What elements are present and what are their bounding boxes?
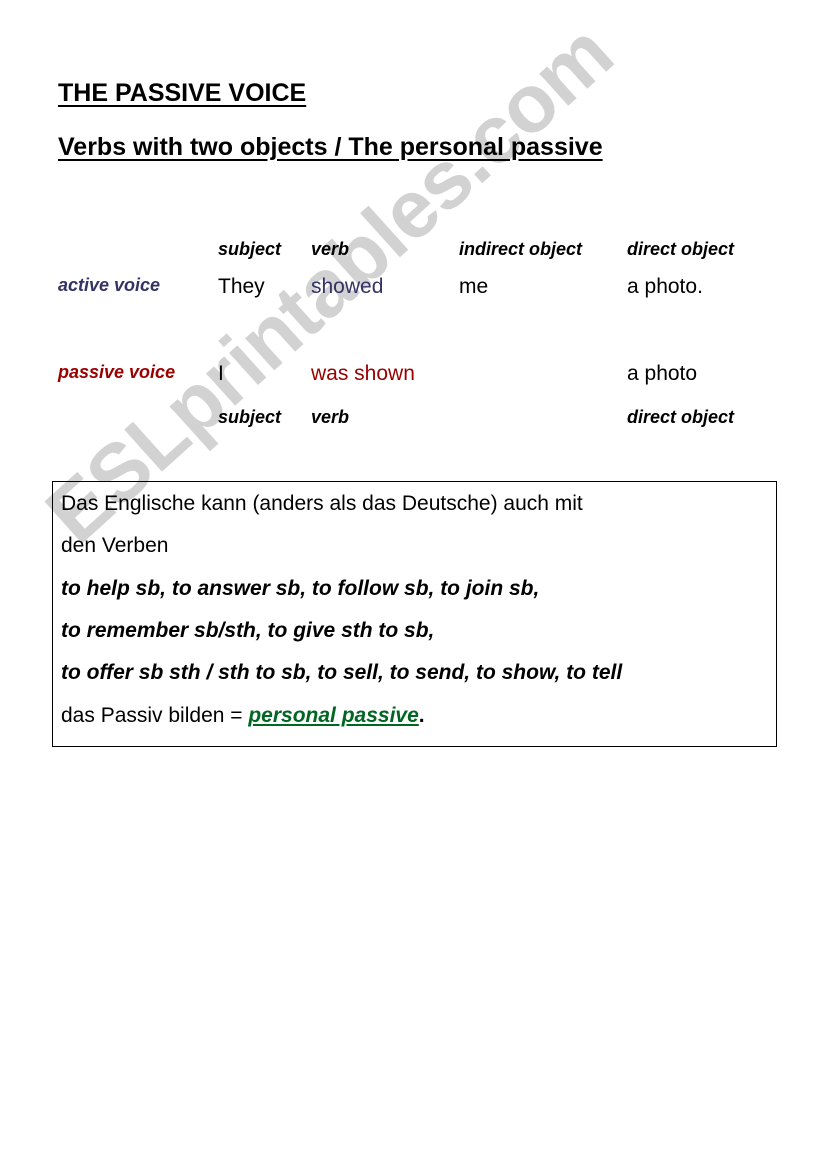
passive-subject: I (218, 362, 224, 385)
german-explanation-box: Das Englische kann (anders als das Deuts… (52, 481, 777, 747)
header-subject-top: subject (218, 239, 282, 259)
note-line-2: den Verben (61, 534, 169, 557)
page-subtitle: Verbs with two objects / The personal pa… (58, 133, 603, 161)
header-indirect-object: indirect object (459, 239, 583, 259)
worksheet-page: ESLprintables.com THE PASSIVE VOICE Verb… (0, 0, 821, 1169)
note-line-6-prefix: das Passiv bilden = (61, 704, 249, 727)
note-line-6: das Passiv bilden = personal passive. (61, 705, 425, 726)
active-verb: showed (311, 275, 384, 298)
note-line-4: to remember sb/sth, to give sth to sb, (61, 619, 435, 642)
header-direct-object-top: direct object (627, 239, 735, 259)
header-verb-top: verb (311, 239, 350, 259)
note-line-1: Das Englische kann (anders als das Deuts… (61, 492, 583, 515)
passive-direct-object: a photo (627, 362, 698, 385)
row-label-passive-voice: passive voice (58, 362, 176, 382)
header-direct-object-bottom: direct object (627, 407, 735, 427)
header-subject-bottom: subject (218, 407, 282, 427)
active-indirect-object: me (459, 275, 489, 298)
note-line-5: to offer sb sth / sth to sb, to sell, to… (61, 661, 623, 684)
passive-verb: was shown (311, 362, 415, 385)
active-subject: They (218, 275, 265, 298)
personal-passive-highlight: personal passive (248, 704, 419, 727)
page-title: THE PASSIVE VOICE (58, 79, 307, 107)
row-label-active-voice: active voice (58, 275, 161, 295)
note-line-3: to help sb, to answer sb, to follow sb, … (61, 577, 540, 600)
header-verb-bottom: verb (311, 407, 350, 427)
note-line-6-suffix: . (418, 704, 425, 727)
active-direct-object: a photo. (627, 275, 703, 298)
